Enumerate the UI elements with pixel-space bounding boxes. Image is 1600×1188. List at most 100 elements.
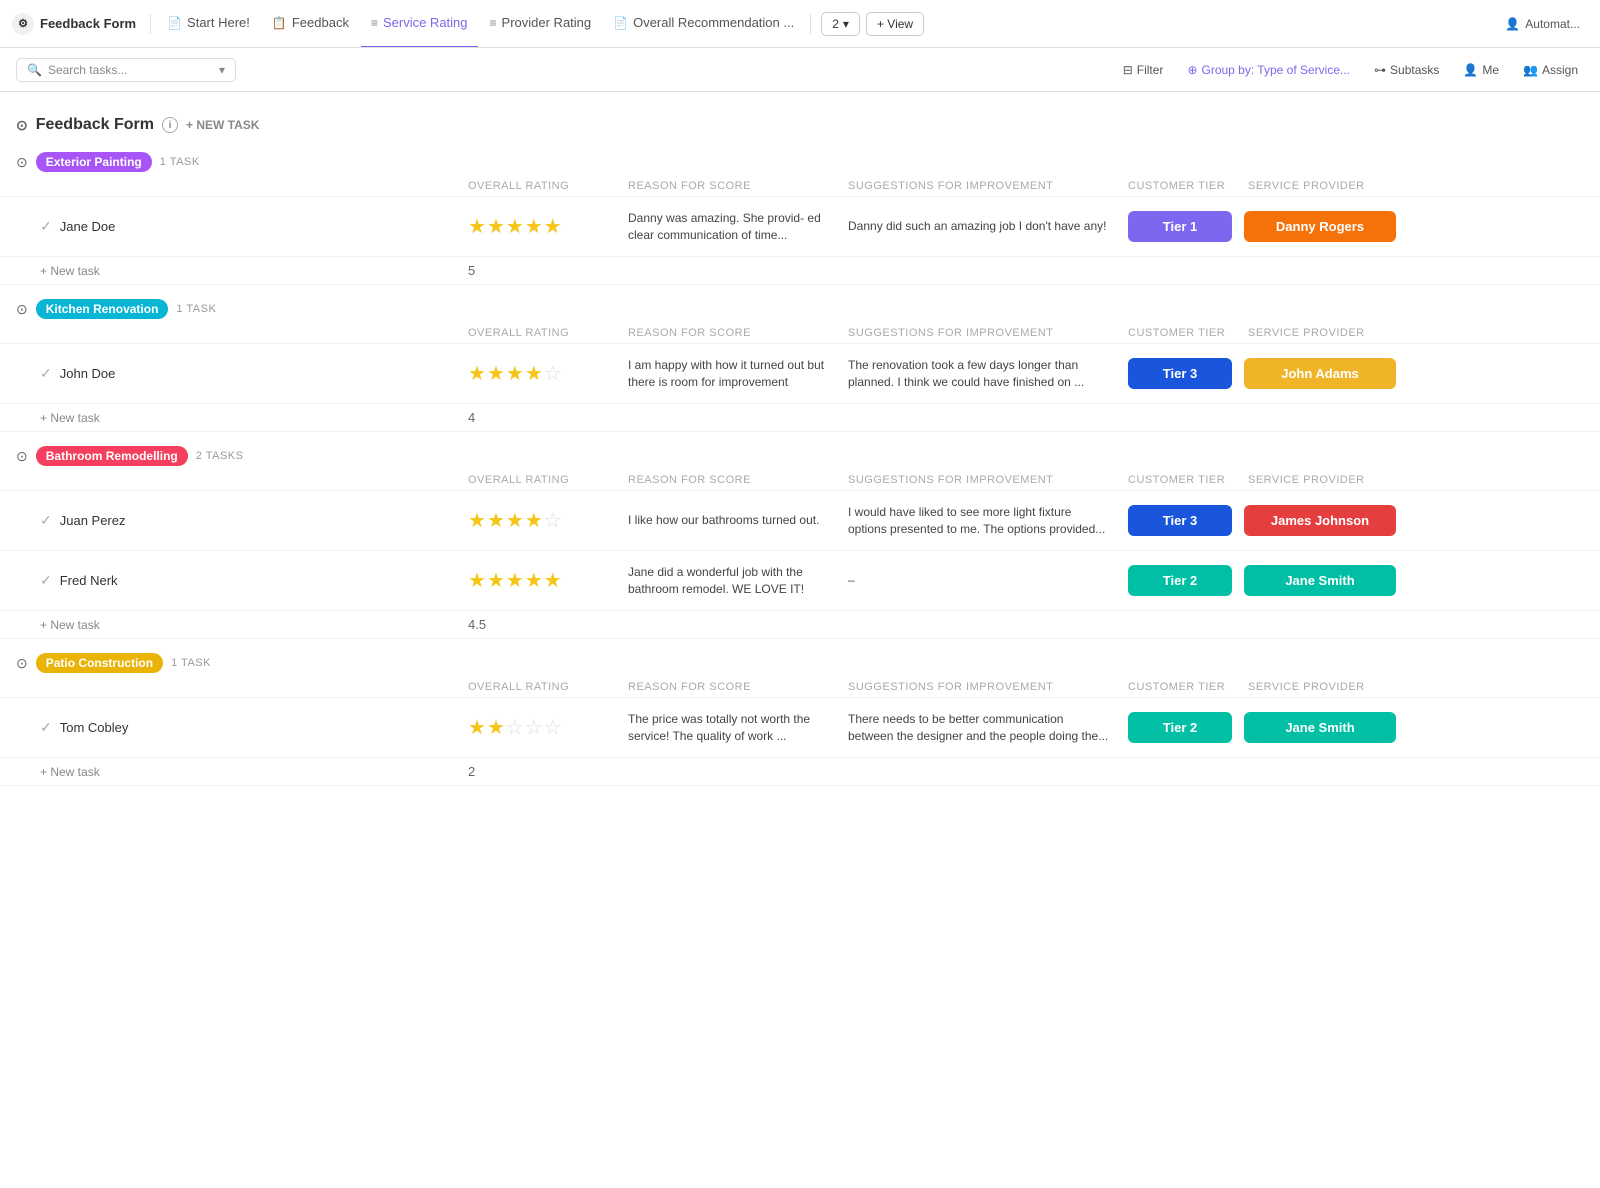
table-row: ✓ Tom Cobley ★★☆☆☆ The price was totally…	[0, 698, 1600, 758]
group-collapse-bathroom-remodelling[interactable]: ⊙	[16, 448, 28, 465]
reason-text: The price was totally not worth the serv…	[620, 711, 840, 745]
tier-badge: Tier 2	[1128, 565, 1232, 596]
group-tag-kitchen-renovation: Kitchen Renovation	[36, 299, 169, 319]
check-icon[interactable]: ✓	[40, 218, 52, 235]
provider-badge: John Adams	[1244, 358, 1396, 389]
filled-star: ★	[487, 715, 505, 740]
provider-badge: Jane Smith	[1244, 712, 1396, 743]
tab-overall-recommendation[interactable]: 📄 Overall Recommendation ...	[603, 0, 804, 48]
tab-start-here[interactable]: 📄 Start Here!	[157, 0, 260, 48]
col-reason: REASON FOR SCORE	[620, 681, 840, 693]
assign-button[interactable]: 👥 Assign	[1517, 60, 1584, 80]
me-button[interactable]: 👤 Me	[1457, 60, 1505, 80]
filled-star: ★	[525, 361, 543, 386]
filled-star: ★	[525, 568, 543, 593]
group-collapse-exterior-painting[interactable]: ⊙	[16, 154, 28, 171]
col-name	[40, 327, 460, 339]
new-task-row: + New task 4.5	[0, 611, 1600, 639]
form-header: ⊙ Feedback Form i + NEW TASK	[0, 108, 1600, 142]
col-provider: SERVICE PROVIDER	[1240, 474, 1400, 486]
subtasks-button[interactable]: ⊶ Subtasks	[1368, 60, 1445, 80]
app-logo: ⚙ Feedback Form	[12, 13, 136, 35]
col-suggestions: SUGGESTIONS FOR IMPROVEMENT	[840, 180, 1120, 192]
tab-feedback[interactable]: 📋 Feedback	[262, 0, 359, 48]
check-icon[interactable]: ✓	[40, 512, 52, 529]
check-icon[interactable]: ✓	[40, 719, 52, 736]
new-task-link[interactable]: + New task	[40, 264, 100, 278]
col-overall-rating: OVERALL RATING	[460, 681, 620, 693]
new-task-button[interactable]: + NEW TASK	[186, 118, 259, 132]
group-collapse-patio-construction[interactable]: ⊙	[16, 655, 28, 672]
filled-star: ★	[487, 508, 505, 533]
group-collapse-kitchen-renovation[interactable]: ⊙	[16, 301, 28, 318]
customer-tier-cell: Tier 3	[1120, 505, 1240, 536]
filled-star: ★	[468, 508, 486, 533]
suggestions-text: Danny did such an amazing job I don't ha…	[840, 218, 1120, 235]
view-count-button[interactable]: 2 ▾	[821, 12, 860, 36]
new-task-link[interactable]: + New task	[40, 618, 100, 632]
group-by-button[interactable]: ⊕ Group by: Type of Service...	[1181, 60, 1356, 80]
group-tag-patio-construction: Patio Construction	[36, 653, 163, 673]
filter-button[interactable]: ⊟ Filter	[1117, 60, 1170, 80]
group-icon: ⊕	[1187, 63, 1197, 77]
task-name: ✓ John Doe	[40, 365, 460, 382]
col-headers-kitchen-renovation: OVERALL RATING REASON FOR SCORE SUGGESTI…	[0, 323, 1600, 344]
tab-start-here-label: Start Here!	[187, 15, 250, 30]
group-section-exterior-painting: ⊙ Exterior Painting 1 TASK OVERALL RATIN…	[0, 142, 1600, 285]
col-overall-rating: OVERALL RATING	[460, 180, 620, 192]
group-section-patio-construction: ⊙ Patio Construction 1 TASK OVERALL RATI…	[0, 643, 1600, 786]
subtasks-label: Subtasks	[1390, 63, 1439, 77]
filled-star: ★	[544, 214, 562, 239]
tab-provider-rating[interactable]: ≡ Provider Rating	[480, 0, 602, 48]
empty-star: ☆	[544, 715, 562, 740]
tab-service-rating[interactable]: ≡ Service Rating	[361, 0, 478, 48]
task-name: ✓ Fred Nerk	[40, 572, 460, 589]
service-rating-icon: ≡	[371, 16, 378, 30]
reason-text: Danny was amazing. She provid- ed clear …	[620, 210, 840, 244]
service-provider-cell: Danny Rogers	[1240, 211, 1400, 242]
new-task-row: + New task 4	[0, 404, 1600, 432]
col-provider: SERVICE PROVIDER	[1240, 180, 1400, 192]
star-rating: ★★★★★	[460, 214, 620, 239]
new-task-link[interactable]: + New task	[40, 411, 100, 425]
app-title: Feedback Form	[40, 16, 136, 31]
overall-rec-icon: 📄	[613, 16, 628, 30]
task-person-name: Juan Perez	[60, 513, 126, 528]
search-box[interactable]: 🔍 Search tasks... ▾	[16, 58, 236, 82]
col-headers-patio-construction: OVERALL RATING REASON FOR SCORE SUGGESTI…	[0, 677, 1600, 698]
top-nav: ⚙ Feedback Form 📄 Start Here! 📋 Feedback…	[0, 0, 1600, 48]
star-rating: ★★★★★	[460, 568, 620, 593]
automate-label: Automat...	[1525, 17, 1580, 31]
col-reason: REASON FOR SCORE	[620, 474, 840, 486]
check-icon[interactable]: ✓	[40, 572, 52, 589]
collapse-button[interactable]: ⊙	[16, 117, 28, 134]
group-header-exterior-painting: ⊙ Exterior Painting 1 TASK	[0, 142, 1600, 176]
filled-star: ★	[468, 715, 486, 740]
col-suggestions: SUGGESTIONS FOR IMPROVEMENT	[840, 681, 1120, 693]
empty-star: ☆	[506, 715, 524, 740]
suggestions-text: –	[840, 572, 1120, 589]
nav-divider	[150, 14, 151, 34]
search-icon: 🔍	[27, 63, 42, 77]
main-content: ⊙ Feedback Form i + NEW TASK ⊙ Exterior …	[0, 92, 1600, 806]
group-header-bathroom-remodelling: ⊙ Bathroom Remodelling 2 TASKS	[0, 436, 1600, 470]
assign-label: Assign	[1542, 63, 1578, 77]
avg-score: 5	[460, 263, 620, 278]
col-headers-bathroom-remodelling: OVERALL RATING REASON FOR SCORE SUGGESTI…	[0, 470, 1600, 491]
col-tier: CUSTOMER TIER	[1120, 327, 1240, 339]
automate-button[interactable]: 👤 Automat...	[1497, 13, 1588, 35]
table-row: ✓ Juan Perez ★★★★☆ I like how our bathro…	[0, 491, 1600, 551]
task-name: ✓ Tom Cobley	[40, 719, 460, 736]
add-view-button[interactable]: + View	[866, 12, 924, 36]
check-icon[interactable]: ✓	[40, 365, 52, 382]
new-task-link[interactable]: + New task	[40, 765, 100, 779]
provider-badge: Danny Rogers	[1244, 211, 1396, 242]
col-tier: CUSTOMER TIER	[1120, 180, 1240, 192]
task-person-name: Jane Doe	[60, 219, 116, 234]
empty-star: ☆	[525, 715, 543, 740]
avg-score: 2	[460, 764, 620, 779]
group-header-kitchen-renovation: ⊙ Kitchen Renovation 1 TASK	[0, 289, 1600, 323]
service-provider-cell: Jane Smith	[1240, 565, 1400, 596]
info-icon[interactable]: i	[162, 117, 178, 133]
filter-icon: ⊟	[1123, 63, 1133, 77]
